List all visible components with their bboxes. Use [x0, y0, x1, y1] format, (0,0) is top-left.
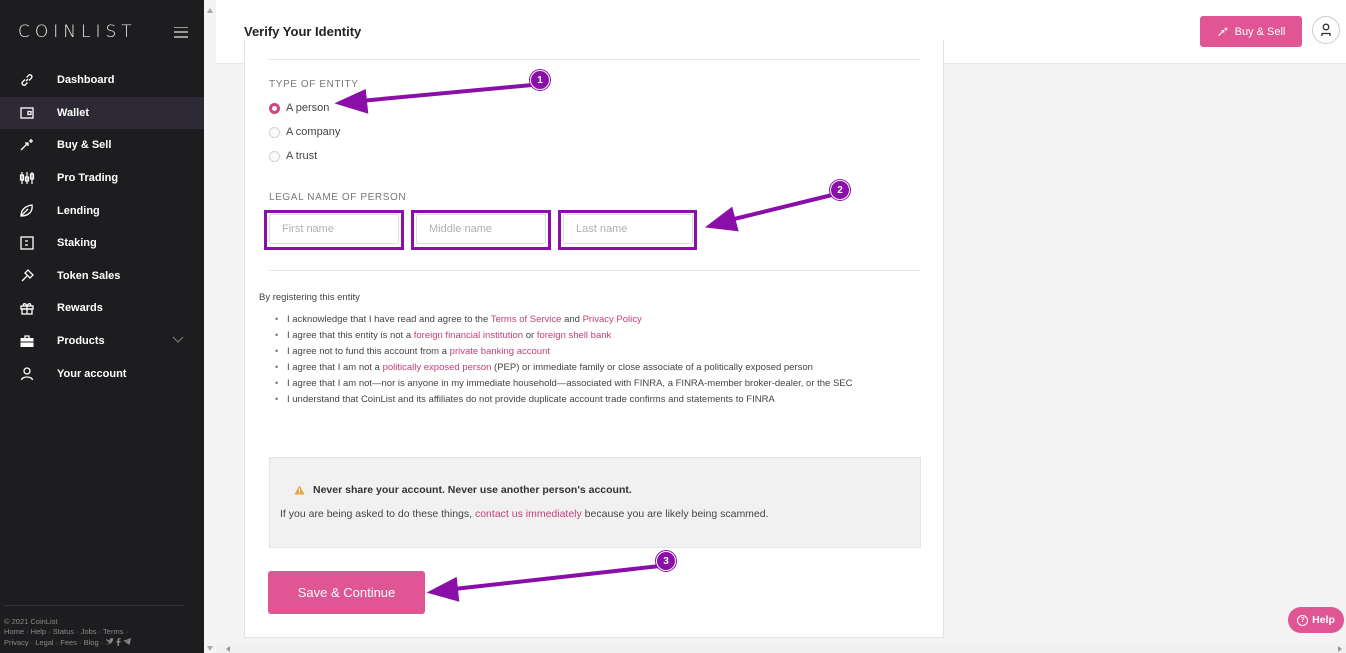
warning-title-row: Never share your account. Never use anot… [294, 484, 632, 496]
identity-form-card: TYPE OF ENTITY A person A company A trus… [244, 40, 944, 638]
sidebar-item-buy-sell[interactable]: Buy & Sell [0, 129, 204, 162]
coinlist-logo[interactable]: COINLIST [18, 22, 137, 42]
radio-label: A company [286, 126, 341, 138]
private-banking-account-link[interactable]: private banking account [450, 346, 550, 357]
copyright-text: © 2021 CoinList [4, 616, 58, 626]
warning-triangle-icon [294, 485, 305, 495]
terms-item: I agree that this entity is not a foreig… [275, 328, 907, 344]
help-button[interactable]: ? Help [1288, 607, 1344, 633]
sidebar-scrollbar[interactable] [204, 0, 216, 653]
entity-type-label: TYPE OF ENTITY [269, 79, 359, 90]
footer-links-line2-row: Privacy · Legal · Fees · Blog · [4, 637, 132, 650]
foreign-financial-institution-link[interactable]: foreign financial institution [414, 330, 523, 341]
help-label: Help [1312, 614, 1335, 626]
warning-title: Never share your account. Never use anot… [313, 484, 632, 496]
radio-button[interactable] [269, 150, 280, 162]
scroll-right-arrow-icon[interactable] [1338, 646, 1342, 652]
sidebar-item-label: Your account [57, 367, 127, 380]
user-icon [18, 365, 36, 383]
sidebar-item-your-account[interactable]: Your account [0, 357, 204, 390]
briefcase-icon [18, 332, 36, 350]
divider [269, 59, 921, 60]
footer-links-line1[interactable]: Home · Help · Status · Jobs · Terms · [4, 627, 131, 638]
question-icon: ? [1297, 614, 1309, 626]
sidebar-item-label: Rewards [57, 302, 103, 315]
sidebar: COINLIST Dashboard Wallet Buy & Sell Pro… [0, 0, 204, 653]
sidebar-item-label: Products [57, 335, 105, 348]
sidebar-item-pro-trading[interactable]: Pro Trading [0, 162, 204, 195]
facebook-icon[interactable] [116, 637, 121, 650]
user-icon [1321, 23, 1331, 36]
divider [269, 270, 921, 271]
sidebar-item-lending[interactable]: Lending [0, 194, 204, 227]
horizontal-scrollbar[interactable] [216, 644, 1346, 653]
radio-label: A person [286, 102, 330, 114]
sidebar-item-label: Dashboard [57, 74, 115, 87]
radio-option-person[interactable]: A person [269, 102, 329, 114]
buy-sell-label: Buy & Sell [1234, 25, 1286, 38]
token-sales-icon [18, 267, 36, 285]
foreign-shell-bank-link[interactable]: foreign shell bank [537, 330, 611, 341]
candlestick-icon [18, 169, 36, 187]
politically-exposed-person-link[interactable]: politically exposed person [383, 362, 492, 373]
radio-button-checked[interactable] [269, 102, 280, 114]
telegram-icon[interactable] [123, 638, 132, 649]
hamburger-menu-icon[interactable] [174, 26, 188, 38]
buy-sell-button[interactable]: Buy & Sell [1200, 16, 1302, 47]
gift-icon [18, 299, 36, 317]
terms-item: I understand that CoinList and its affil… [275, 392, 907, 408]
sidebar-item-staking[interactable]: Staking [0, 227, 204, 260]
legal-name-label: LEGAL NAME OF PERSON [269, 192, 407, 203]
chevron-down-icon[interactable] [172, 335, 184, 347]
footer-links-line2[interactable]: Privacy · Legal · Fees · Blog · [4, 638, 103, 649]
sidebar-item-label: Pro Trading [57, 172, 119, 185]
sidebar-item-label: Wallet [57, 106, 89, 119]
terms-item: I acknowledge that I have read and agree… [275, 312, 907, 328]
sidebar-item-wallet[interactable]: Wallet [0, 96, 204, 130]
scroll-up-arrow-icon[interactable] [207, 8, 213, 13]
wallet-icon [18, 104, 36, 122]
staking-icon [18, 234, 36, 252]
sidebar-item-dashboard[interactable]: Dashboard [0, 64, 204, 97]
sidebar-item-label: Token Sales [57, 269, 121, 282]
sidebar-item-label: Buy & Sell [57, 139, 112, 152]
radio-option-trust[interactable]: A trust [269, 150, 317, 162]
warning-body: If you are being asked to do these thing… [280, 508, 769, 520]
account-avatar-button[interactable] [1312, 16, 1340, 44]
sidebar-item-products[interactable]: Products [0, 325, 204, 358]
twitter-icon[interactable] [106, 638, 115, 649]
first-name-input[interactable] [269, 214, 399, 244]
scam-warning-box: Never share your account. Never use anot… [269, 457, 921, 548]
sidebar-footer: © 2021 CoinList Home · Help · Status · J… [4, 604, 184, 650]
sidebar-item-label: Lending [57, 204, 100, 217]
lending-icon [18, 202, 36, 220]
radio-option-company[interactable]: A company [269, 126, 340, 138]
last-name-input[interactable] [563, 214, 693, 244]
terms-intro: By registering this entity [259, 292, 360, 303]
link-icon [18, 71, 36, 89]
radio-label: A trust [286, 150, 318, 162]
terms-item: I agree that I am not—nor is anyone in m… [275, 376, 907, 392]
scroll-down-arrow-icon[interactable] [207, 646, 213, 651]
sidebar-item-token-sales[interactable]: Token Sales [0, 260, 204, 293]
scroll-left-arrow-icon[interactable] [226, 646, 230, 652]
contact-us-link[interactable]: contact us immediately [475, 508, 582, 520]
terms-of-service-link[interactable]: Terms of Service [491, 314, 562, 325]
middle-name-input[interactable] [416, 214, 546, 244]
sidebar-item-label: Staking [57, 237, 97, 250]
terms-item: I agree that I am not a politically expo… [275, 360, 907, 376]
sparkle-arrow-icon [1217, 27, 1228, 36]
radio-button[interactable] [269, 126, 280, 138]
sparkle-arrow-icon [18, 136, 36, 154]
terms-item: I agree not to fund this account from a … [275, 344, 907, 360]
privacy-policy-link[interactable]: Privacy Policy [583, 314, 642, 325]
page-title: Verify Your Identity [244, 24, 362, 39]
sidebar-item-rewards[interactable]: Rewards [0, 292, 204, 325]
sidebar-header: COINLIST [0, 0, 204, 64]
terms-list: I acknowledge that I have read and agree… [275, 312, 907, 408]
save-continue-button[interactable]: Save & Continue [268, 571, 425, 614]
